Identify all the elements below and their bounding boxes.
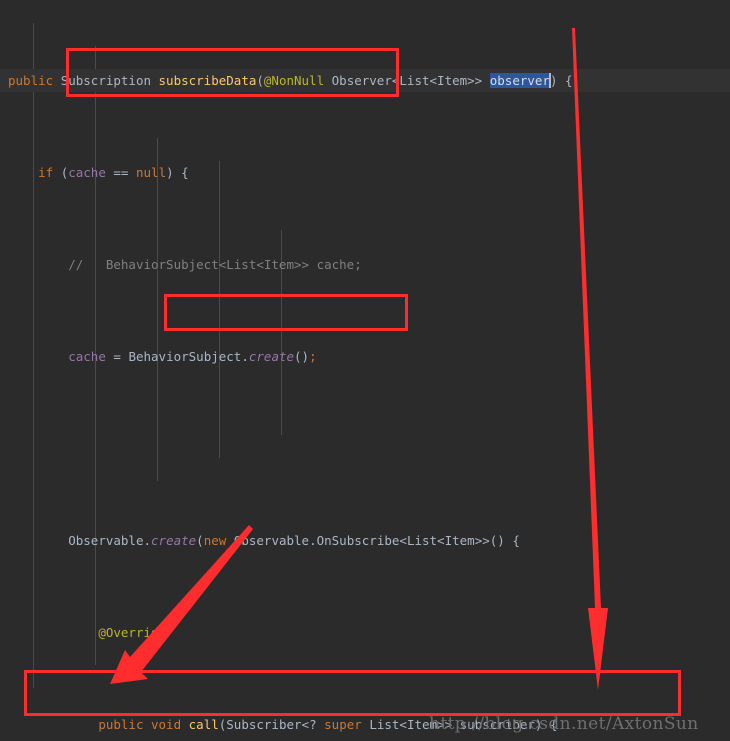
token-type-item: Item [437,73,468,88]
token-annotation-nonnull: @NonNull [263,73,325,88]
code-line[interactable]: // BehaviorSubject<List<Item>> cache; [0,253,730,276]
token-type-item: Item [444,533,475,548]
token-param-observer-selected[interactable]: observer [489,73,550,88]
token-field-cache: cache [68,165,106,180]
token-static-create: create [248,349,295,364]
token-type-list: List [406,533,438,548]
comment-behaviorsubject-decl: // BehaviorSubject<List<Item>> cache; [68,257,362,272]
code-line[interactable]: @Override [0,621,730,644]
code-line[interactable]: cache = BehaviorSubject.create(); [0,345,730,368]
token-annotation-override: @Override [98,625,167,640]
token-type-observable: Observable [233,533,310,548]
token-type-onsubscribe: OnSubscribe [316,533,400,548]
token-keyword-null: null [136,165,167,180]
code-line[interactable]: Observable.create(new Observable.OnSubsc… [0,529,730,552]
code-text-area[interactable]: public Subscription subscribeData(@NonNu… [0,0,730,741]
token-method-subscribedata: subscribeData [158,73,257,88]
token-type-list: List [369,717,400,732]
token-type-subscription: Subscription [60,73,151,88]
code-editor-screenshot: public Subscription subscribeData(@NonNu… [0,0,730,741]
token-type-behaviorsubject: BehaviorSubject [128,349,242,364]
token-keyword-if: if [38,165,54,180]
code-line[interactable] [0,437,730,460]
token-method-call: call [188,717,219,732]
token-keyword-super: super [324,717,362,732]
token-type-list: List [399,73,430,88]
token-keyword-public: public [98,717,144,732]
token-static-create: create [151,533,197,548]
token-field-cache: cache [68,349,106,364]
code-line[interactable]: if (cache == null) { [0,161,730,184]
token-type-observer: Observer [331,73,392,88]
token-type-subscriber: Subscriber [226,717,302,732]
token-keyword-void: void [151,717,182,732]
code-line[interactable]: public Subscription subscribeData(@NonNu… [0,69,730,92]
token-type-observable: Observable [68,533,144,548]
watermark-url: http://blog.csdn.net/AxtonSun [429,714,699,734]
token-keyword-new: new [203,533,227,548]
token-keyword-public: public [8,73,54,88]
